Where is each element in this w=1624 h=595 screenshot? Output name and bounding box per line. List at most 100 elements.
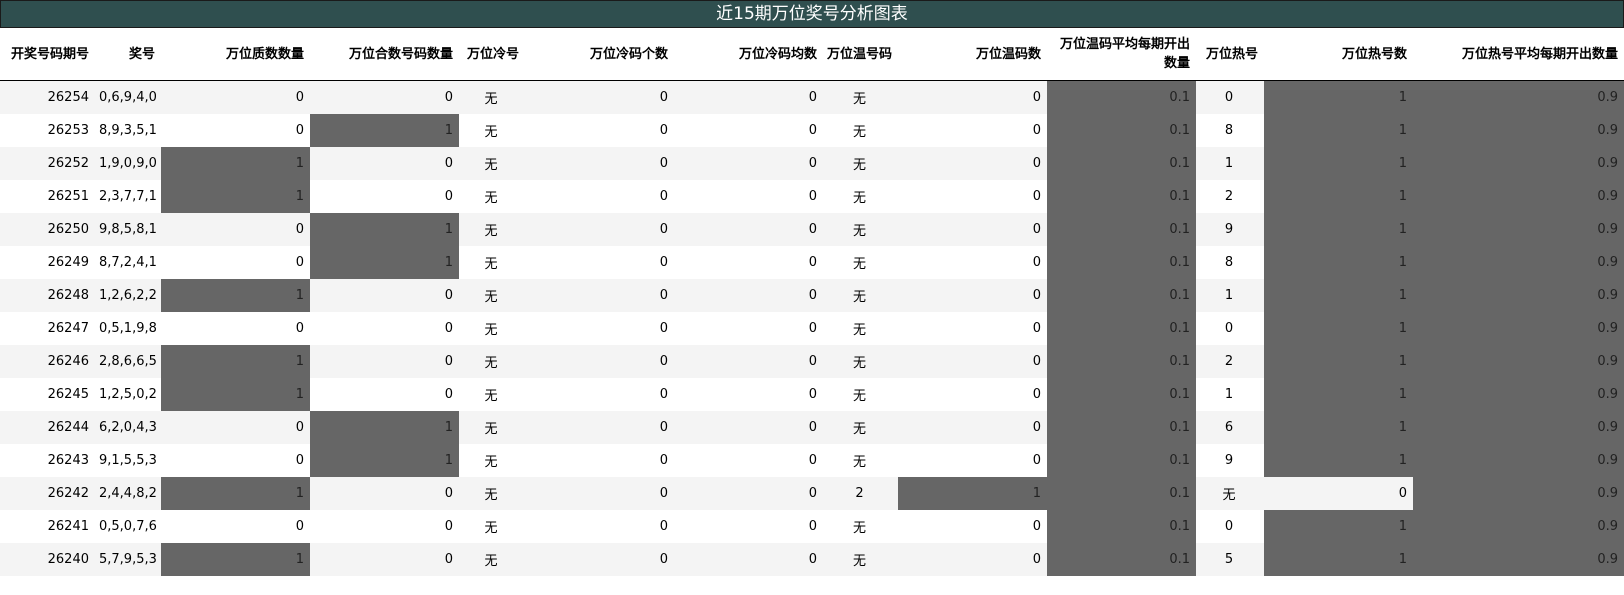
table-row: 26243 9,1,5,5,3 0 1 无 0 0 无 0 0.1 9 1 0.9 (0, 444, 1624, 477)
cold-number-cell: 无 (459, 180, 525, 213)
hot-count-cell: 1 (1264, 510, 1413, 543)
warm-avg-cell: 0.1 (1047, 246, 1196, 279)
warm-count-cell: 0 (898, 246, 1047, 279)
hot-number-cell: 0 (1196, 312, 1264, 345)
hot-count-cell: 1 (1264, 180, 1413, 213)
analysis-table: 开奖号码期号 奖号 万位质数数量 万位合数号码数量 万位冷号 万位冷码个数 万位… (0, 28, 1624, 576)
table-row: 26241 0,5,0,7,6 0 0 无 0 0 无 0 0.1 0 1 0.9 (0, 510, 1624, 543)
warm-count-cell: 0 (898, 279, 1047, 312)
warm-count-cell: 0 (898, 80, 1047, 114)
table-row: 26249 8,7,2,4,1 0 1 无 0 0 无 0 0.1 8 1 0.9 (0, 246, 1624, 279)
hot-avg-cell: 0.9 (1413, 213, 1624, 246)
table-row: 26252 1,9,0,9,0 1 0 无 0 0 无 0 0.1 1 1 0.9 (0, 147, 1624, 180)
hot-count-cell: 1 (1264, 444, 1413, 477)
cold-avg-cell: 0 (674, 411, 823, 444)
warm-count-cell: 0 (898, 543, 1047, 576)
hot-avg-cell: 0.9 (1413, 80, 1624, 114)
warm-count-cell: 0 (898, 312, 1047, 345)
col-header-hot-number: 万位热号 (1196, 28, 1264, 81)
cold-number-cell: 无 (459, 147, 525, 180)
hot-number-cell: 8 (1196, 114, 1264, 147)
hot-number-cell: 1 (1196, 378, 1264, 411)
composite-count-cell: 1 (310, 114, 459, 147)
number-cell: 1,2,6,2,2 (95, 279, 161, 312)
number-cell: 5,7,9,5,3 (95, 543, 161, 576)
hot-count-cell: 1 (1264, 246, 1413, 279)
warm-count-cell: 0 (898, 510, 1047, 543)
warm-avg-cell: 0.1 (1047, 510, 1196, 543)
number-cell: 1,2,5,0,2 (95, 378, 161, 411)
col-header-prime-count: 万位质数数量 (161, 28, 310, 81)
warm-number-cell: 无 (823, 213, 898, 246)
cold-avg-cell: 0 (674, 147, 823, 180)
composite-count-cell: 0 (310, 477, 459, 510)
prime-count-cell: 0 (161, 312, 310, 345)
cold-count-cell: 0 (525, 180, 674, 213)
prime-count-cell: 1 (161, 345, 310, 378)
number-cell: 0,6,9,4,0 (95, 80, 161, 114)
prime-count-cell: 1 (161, 279, 310, 312)
warm-avg-cell: 0.1 (1047, 114, 1196, 147)
hot-count-cell: 1 (1264, 411, 1413, 444)
col-header-cold-number: 万位冷号 (459, 28, 525, 81)
cold-count-cell: 0 (525, 246, 674, 279)
number-cell: 2,3,7,7,1 (95, 180, 161, 213)
hot-avg-cell: 0.9 (1413, 510, 1624, 543)
cold-count-cell: 0 (525, 345, 674, 378)
col-header-composite-count: 万位合数号码数量 (310, 28, 459, 81)
cold-number-cell: 无 (459, 279, 525, 312)
cold-number-cell: 无 (459, 80, 525, 114)
warm-number-cell: 无 (823, 180, 898, 213)
warm-number-cell: 无 (823, 279, 898, 312)
hot-number-cell: 0 (1196, 80, 1264, 114)
hot-avg-cell: 0.9 (1413, 345, 1624, 378)
cold-number-cell: 无 (459, 213, 525, 246)
cold-number-cell: 无 (459, 378, 525, 411)
warm-number-cell: 无 (823, 543, 898, 576)
hot-count-cell: 1 (1264, 378, 1413, 411)
header-row: 开奖号码期号 奖号 万位质数数量 万位合数号码数量 万位冷号 万位冷码个数 万位… (0, 28, 1624, 81)
prime-count-cell: 0 (161, 510, 310, 543)
cold-count-cell: 0 (525, 114, 674, 147)
warm-avg-cell: 0.1 (1047, 345, 1196, 378)
warm-avg-cell: 0.1 (1047, 80, 1196, 114)
cold-count-cell: 0 (525, 279, 674, 312)
col-header-warm-avg: 万位温码平均每期开出数量 (1047, 28, 1196, 81)
cold-avg-cell: 0 (674, 246, 823, 279)
prime-count-cell: 1 (161, 180, 310, 213)
composite-count-cell: 0 (310, 510, 459, 543)
warm-avg-cell: 0.1 (1047, 543, 1196, 576)
warm-count-cell: 0 (898, 444, 1047, 477)
hot-avg-cell: 0.9 (1413, 246, 1624, 279)
cold-count-cell: 0 (525, 378, 674, 411)
cold-avg-cell: 0 (674, 477, 823, 510)
table-row: 26240 5,7,9,5,3 1 0 无 0 0 无 0 0.1 5 1 0.9 (0, 543, 1624, 576)
hot-number-cell: 2 (1196, 345, 1264, 378)
issue-cell: 26240 (0, 543, 95, 576)
table-row: 26244 6,2,0,4,3 0 1 无 0 0 无 0 0.1 6 1 0.9 (0, 411, 1624, 444)
hot-count-cell: 0 (1264, 477, 1413, 510)
cold-avg-cell: 0 (674, 80, 823, 114)
cold-count-cell: 0 (525, 543, 674, 576)
warm-number-cell: 无 (823, 345, 898, 378)
warm-number-cell: 无 (823, 114, 898, 147)
hot-avg-cell: 0.9 (1413, 147, 1624, 180)
prime-count-cell: 0 (161, 246, 310, 279)
warm-number-cell: 无 (823, 510, 898, 543)
prime-count-cell: 1 (161, 477, 310, 510)
cold-avg-cell: 0 (674, 444, 823, 477)
hot-count-cell: 1 (1264, 312, 1413, 345)
hot-count-cell: 1 (1264, 80, 1413, 114)
warm-avg-cell: 0.1 (1047, 444, 1196, 477)
table-row: 26250 9,8,5,8,1 0 1 无 0 0 无 0 0.1 9 1 0.9 (0, 213, 1624, 246)
warm-avg-cell: 0.1 (1047, 147, 1196, 180)
warm-count-cell: 0 (898, 180, 1047, 213)
number-cell: 8,7,2,4,1 (95, 246, 161, 279)
issue-cell: 26250 (0, 213, 95, 246)
cold-avg-cell: 0 (674, 543, 823, 576)
warm-avg-cell: 0.1 (1047, 279, 1196, 312)
hot-number-cell: 无 (1196, 477, 1264, 510)
hot-number-cell: 9 (1196, 444, 1264, 477)
hot-avg-cell: 0.9 (1413, 378, 1624, 411)
cold-number-cell: 无 (459, 510, 525, 543)
